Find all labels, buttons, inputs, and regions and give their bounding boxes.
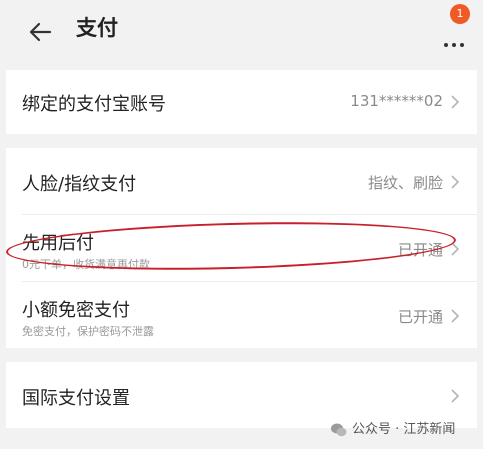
wechat-icon (331, 423, 347, 437)
row-subtitle: 0元下单，收货满意再付款 (22, 258, 150, 271)
chevron-right-icon (451, 242, 460, 256)
top-bar: 支付 1 (0, 0, 483, 62)
row-pay-later[interactable]: 先用后付 0元下单，收货满意再付款 已开通 (6, 215, 477, 281)
chevron-right-icon (451, 175, 460, 189)
row-alipay-account[interactable]: 绑定的支付宝账号 131******02 (6, 70, 477, 134)
row-face-fingerprint[interactable]: 人脸/指纹支付 指纹、刷脸 (6, 148, 477, 214)
row-international-payment[interactable]: 国际支付设置 (6, 362, 477, 428)
row-label: 先用后付 (22, 233, 94, 254)
notification-badge: 1 (450, 4, 470, 24)
row-label: 小额免密支付 (22, 300, 130, 321)
row-value: 指纹、刷脸 (367, 174, 443, 192)
page-title: 支付 (76, 16, 118, 40)
section-payment-methods: 人脸/指纹支付 指纹、刷脸 先用后付 0元下单，收货满意再付款 已开通 小额免密… (6, 148, 477, 348)
back-arrow-icon (29, 22, 52, 42)
more-menu-button[interactable]: 1 (440, 4, 476, 51)
row-label: 绑定的支付宝账号 (22, 94, 166, 115)
row-label: 人脸/指纹支付 (22, 174, 137, 195)
section-international: 国际支付设置 (6, 362, 477, 428)
chevron-right-icon (451, 95, 460, 109)
row-value: 已开通 (397, 241, 443, 259)
back-button[interactable] (22, 14, 58, 50)
chevron-right-icon (451, 309, 460, 323)
row-small-password-free[interactable]: 小额免密支付 免密支付，保护密码不泄露 已开通 (6, 282, 477, 348)
watermark-text: 公众号 · 江苏新闻 (352, 422, 456, 437)
row-value: 131******02 (350, 92, 443, 110)
chevron-right-icon (451, 389, 460, 403)
section-account: 绑定的支付宝账号 131******02 (6, 70, 477, 134)
more-dots-icon (444, 32, 468, 51)
row-value: 已开通 (397, 308, 443, 326)
row-subtitle: 免密支付，保护密码不泄露 (22, 325, 154, 338)
row-label: 国际支付设置 (22, 388, 130, 409)
watermark: 公众号 · 江苏新闻 (330, 420, 480, 440)
